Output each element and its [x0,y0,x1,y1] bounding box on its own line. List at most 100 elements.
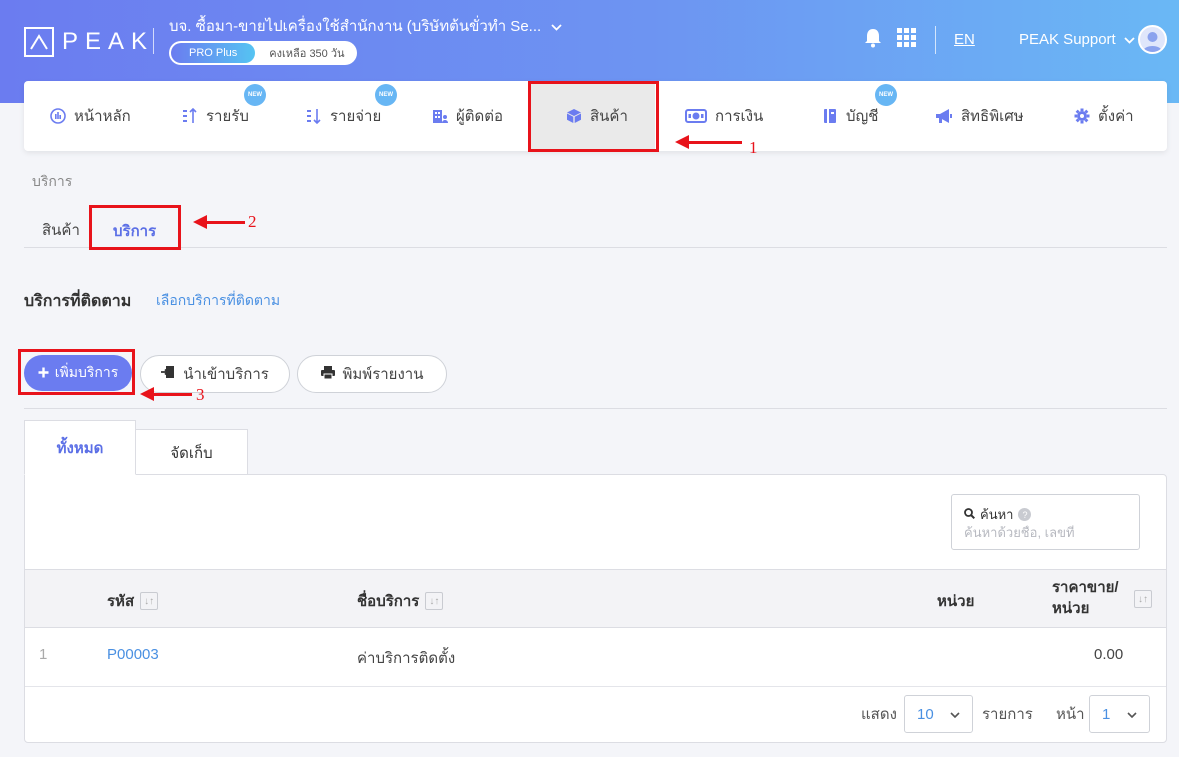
nav-item-privileges[interactable]: สิทธิพิเศษ [935,81,1024,151]
import-service-label: นำเข้าบริการ [183,366,269,383]
gear-icon [1074,108,1090,124]
printer-icon [320,365,335,383]
sort-icon[interactable]: ↓↑ [140,592,159,610]
pager-show-label: แสดง [861,706,897,723]
avatar[interactable] [1138,25,1167,54]
annotation-number-3: 3 [196,385,205,404]
page-size-select[interactable]: 10 [904,695,973,733]
row-price: 0.00 [1094,646,1124,663]
tab-products[interactable]: สินค้า [42,218,80,242]
help-icon[interactable]: ? [1018,508,1032,521]
book-icon [822,108,838,124]
search-input[interactable] [964,525,1129,540]
expense-icon [306,108,322,124]
chevron-down-icon [551,18,562,35]
annotation-box-services [89,205,181,250]
user-menu[interactable]: PEAK Support [1019,31,1135,48]
nav-item-expense[interactable]: รายจ่าย [306,81,381,151]
breadcrumb: บริการ [32,173,73,189]
table-row[interactable]: 1 P00003 ค่าบริการติดตั้ง 0.00 [25,628,1166,687]
tab-all[interactable]: ทั้งหมด [24,420,136,475]
plan-remaining: คงเหลือ 350 วัน [269,48,345,60]
nav-label: ผู้ติดต่อ [456,108,504,125]
page-select[interactable]: 1 [1089,695,1150,733]
header-divider [153,28,154,54]
annotation-arrow-3-line [152,393,192,396]
annotation-number-1: 1 [749,138,758,157]
megaphone-icon [935,108,953,124]
column-price: ราคาขาย/ หน่วย [1052,578,1119,618]
column-unit: หน่วย [937,593,975,610]
search-icon [964,507,976,522]
nav-label: บัญชี [846,108,879,125]
table-header: รหัส ↓↑ ชื่อบริการ ↓↑ หน่วย ราคาขาย/ หน่… [25,569,1166,628]
apps-grid-icon[interactable] [897,28,916,47]
tab-archived[interactable]: จัดเก็บ [135,429,248,475]
select-followed-services-link[interactable]: เลือกบริการที่ติดตาม [156,290,280,312]
column-code[interactable]: รหัส ↓↑ [107,589,159,613]
dashboard-icon [50,108,66,124]
sort-icon[interactable]: ↓↑ [425,592,444,610]
nav-label: การเงิน [715,108,764,125]
actions-divider [24,408,1167,409]
nav-label: รายรับ [206,108,249,125]
row-index: 1 [39,646,48,663]
search-label: ค้นหา ? [964,504,1032,525]
pager-items-label: รายการ [982,706,1033,723]
income-icon [182,108,198,124]
annotation-box-products [528,81,659,152]
chevron-down-icon [950,707,960,721]
page-title: บริการที่ติดตาม [24,293,132,310]
chevron-down-icon [1127,707,1137,721]
bell-icon[interactable] [864,28,882,53]
import-service-button[interactable]: นำเข้าบริการ [140,355,290,393]
nav-item-settings[interactable]: ตั้งค่า [1074,81,1134,151]
nav-label: รายจ่าย [330,108,382,125]
plan-badge: PRO Plus คงเหลือ 350 วัน [169,41,357,65]
nav-item-home[interactable]: หน้าหลัก [50,81,131,151]
new-badge: NEW [244,84,266,106]
user-name: PEAK Support [1019,31,1116,48]
column-name-label: ชื่อบริการ [357,593,420,610]
plan-name: PRO Plus [171,43,256,63]
import-icon [161,365,175,383]
logo-text: PEAK [62,28,155,55]
nav-label: หน้าหลัก [74,108,131,125]
column-price-label-2: หน่วย [1052,600,1090,617]
nav-item-accounting[interactable]: บัญชี [822,81,878,151]
sort-icon[interactable]: ↓↑ [1134,590,1152,608]
money-icon [685,108,707,124]
page-value: 1 [1102,705,1111,723]
print-report-button[interactable]: พิมพ์รายงาน [297,355,447,393]
header-divider [935,26,936,54]
row-code-link[interactable]: P00003 [107,646,159,663]
print-report-label: พิมพ์รายงาน [342,366,424,383]
nav-item-income[interactable]: รายรับ [182,81,249,151]
new-badge: NEW [875,84,897,106]
pager-page-label: หน้า [1056,706,1085,723]
annotation-box-add [18,349,135,395]
new-badge: NEW [375,84,397,106]
annotation-arrow-2-line [205,221,245,224]
column-name[interactable]: ชื่อบริการ ↓↑ [357,589,444,613]
chevron-down-icon [1124,31,1135,48]
tab-joint [25,473,135,476]
contacts-icon [432,108,448,124]
nav-label: ตั้งค่า [1098,108,1134,125]
nav-item-contacts[interactable]: ผู้ติดต่อ [432,81,503,151]
nav-label: สิทธิพิเศษ [961,108,1024,125]
company-name: บจ. ซื้อมา-ขายไปเครื่องใช้สำนักงาน (บริษ… [169,18,542,35]
logo-mark [24,27,54,57]
row-name: ค่าบริการติดตั้ง [357,650,456,667]
search-box[interactable]: ค้นหา ? [951,494,1140,550]
page-size-value: 10 [917,705,934,723]
annotation-number-2: 2 [248,212,257,231]
tabs-divider [24,247,1167,248]
language-switch[interactable]: EN [954,31,975,48]
company-selector[interactable]: บจ. ซื้อมา-ขายไปเครื่องใช้สำนักงาน (บริษ… [169,14,562,38]
column-price-label-1: ราคาขาย/ [1052,579,1119,596]
column-code-label: รหัส [107,593,135,610]
peak-logo[interactable]: PEAK [24,27,154,57]
search-label-text: ค้นหา [980,507,1014,522]
annotation-arrow-1-line [687,141,742,144]
